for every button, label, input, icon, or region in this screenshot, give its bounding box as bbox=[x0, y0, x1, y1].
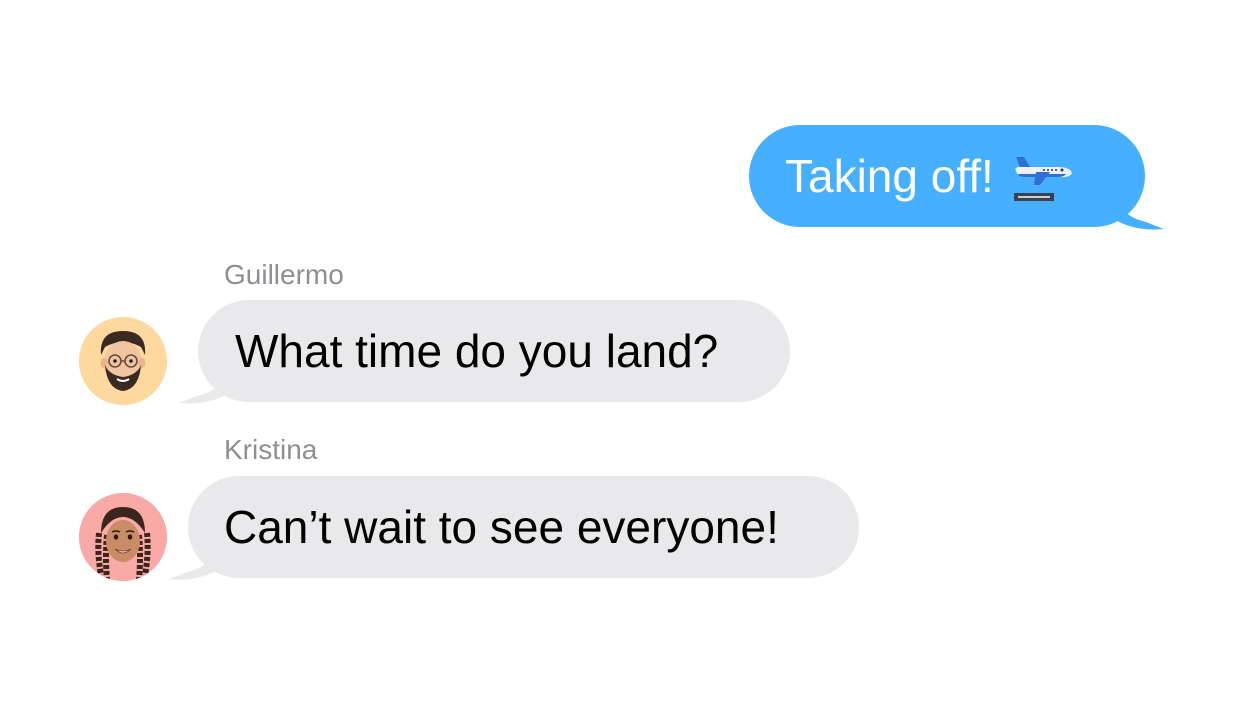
incoming-message-bubble[interactable]: Can’t wait to see everyone! bbox=[188, 476, 859, 578]
avatar[interactable] bbox=[79, 317, 167, 405]
message-thread: Taking off! Guillermo What time do you l… bbox=[0, 0, 1255, 722]
incoming-bubble-tail bbox=[169, 538, 221, 580]
airplane-departure-icon bbox=[1010, 155, 1074, 205]
message-text: Can’t wait to see everyone! bbox=[224, 501, 779, 553]
message-text: What time do you land? bbox=[235, 325, 719, 377]
outgoing-bubble-tail bbox=[1112, 188, 1164, 230]
sender-name: Kristina bbox=[224, 434, 318, 465]
outgoing-message-bubble[interactable]: Taking off! bbox=[749, 125, 1145, 227]
message-text: Taking off! bbox=[785, 150, 994, 202]
avatar[interactable] bbox=[79, 493, 167, 581]
incoming-message-bubble[interactable]: What time do you land? bbox=[198, 300, 790, 402]
incoming-bubble-tail bbox=[179, 362, 231, 404]
sender-name: Guillermo bbox=[224, 259, 344, 290]
